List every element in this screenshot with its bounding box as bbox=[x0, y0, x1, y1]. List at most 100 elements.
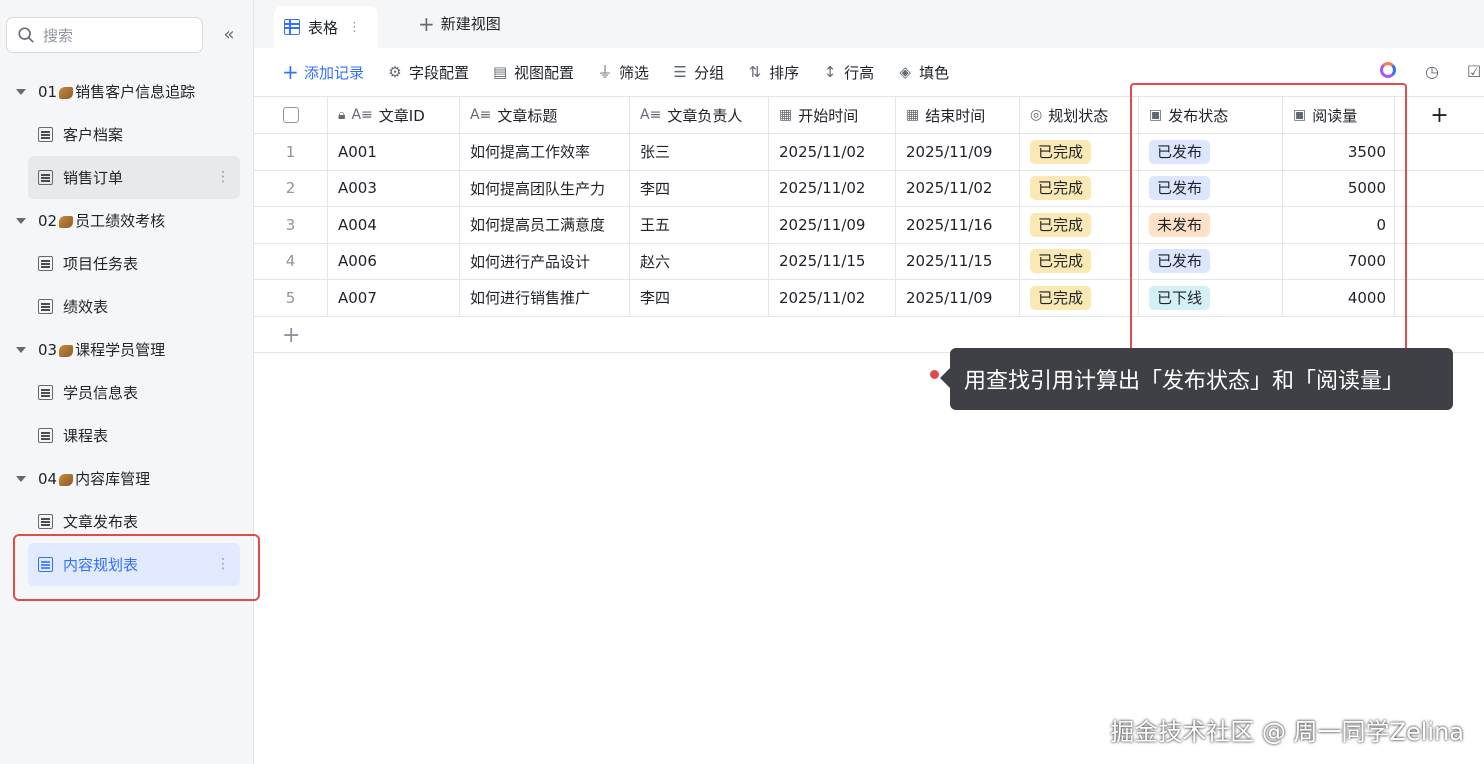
cell-article-title[interactable]: 如何进行销售推广 bbox=[460, 280, 630, 316]
field-config-button[interactable]: ⚙ 字段配置 bbox=[387, 62, 469, 83]
cell-article-id[interactable]: A001 bbox=[328, 134, 460, 170]
group-label: 课程学员管理 bbox=[75, 341, 166, 359]
cell-article-id[interactable]: A007 bbox=[328, 280, 460, 316]
sidebar-item-project-tasks[interactable]: 项目任务表 bbox=[28, 242, 240, 285]
cell-start-time[interactable]: 2025/11/02 bbox=[769, 170, 896, 206]
cell-start-time[interactable]: 2025/11/02 bbox=[769, 134, 896, 170]
ai-assistant-icon[interactable] bbox=[1380, 62, 1400, 82]
sidebar-item-course-schedule[interactable]: 课程表 bbox=[28, 414, 240, 457]
cell-plan-status[interactable]: 已完成 bbox=[1020, 170, 1139, 206]
header-label: 开始时间 bbox=[798, 106, 859, 125]
cell-end-time[interactable]: 2025/11/16 bbox=[896, 207, 1020, 243]
fill-color-button[interactable]: ◈ 填色 bbox=[897, 62, 949, 83]
cell-end-time[interactable]: 2025/11/02 bbox=[896, 170, 1020, 206]
cell-article-title[interactable]: 如何进行产品设计 bbox=[460, 243, 630, 279]
cell-end-time[interactable]: 2025/11/09 bbox=[896, 280, 1020, 316]
sidebar-item-performance[interactable]: 绩效表 bbox=[28, 285, 240, 328]
cell-start-time[interactable]: 2025/11/09 bbox=[769, 207, 896, 243]
view-config-button[interactable]: ▤ 视图配置 bbox=[492, 62, 574, 83]
header-article-owner[interactable]: A≡ 文章负责人 bbox=[630, 97, 769, 133]
header-article-id[interactable]: 🔒︎ A≡ 文章ID bbox=[328, 97, 460, 133]
caret-down-icon[interactable] bbox=[14, 472, 28, 486]
row-height-button[interactable]: ↕ 行高 bbox=[822, 62, 874, 83]
sidebar-item-label: 学员信息表 bbox=[63, 384, 139, 402]
callout-pointer-dot bbox=[930, 370, 939, 379]
sort-label: 排序 bbox=[769, 63, 800, 82]
group-prefix: 02 bbox=[38, 211, 58, 230]
cell-article-title[interactable]: 如何提高员工满意度 bbox=[460, 207, 630, 243]
cell-end-time[interactable]: 2025/11/09 bbox=[896, 134, 1020, 170]
group-button[interactable]: ☰ 分组 bbox=[672, 62, 724, 83]
plus-icon: + bbox=[282, 60, 299, 84]
cell-article-id[interactable]: A004 bbox=[328, 207, 460, 243]
row-number: 1 bbox=[254, 134, 328, 170]
cell-end-time[interactable]: 2025/11/15 bbox=[896, 243, 1020, 279]
sidebar-group-02[interactable]: 02 员工绩效考核 bbox=[0, 199, 254, 242]
add-field-button[interactable]: + bbox=[1395, 97, 1484, 133]
cell-owner[interactable]: 李四 bbox=[630, 170, 769, 206]
row-number: 2 bbox=[254, 170, 328, 206]
sidebar-item-label: 客户档案 bbox=[63, 126, 124, 144]
sidebar-group-04[interactable]: 04 内容库管理 bbox=[0, 457, 254, 500]
table-icon bbox=[38, 428, 53, 443]
sidebar-group-03[interactable]: 03 课程学员管理 bbox=[0, 328, 254, 371]
row-number: 3 bbox=[254, 207, 328, 243]
cell-owner[interactable]: 李四 bbox=[630, 280, 769, 316]
select-all-cell[interactable] bbox=[254, 97, 328, 133]
cell-start-time[interactable]: 2025/11/02 bbox=[769, 280, 896, 316]
group-prefix: 03 bbox=[38, 340, 58, 359]
row-number: 5 bbox=[254, 280, 328, 316]
cell-plan-status[interactable]: 已完成 bbox=[1020, 207, 1139, 243]
status-badge: 已完成 bbox=[1030, 212, 1092, 237]
header-label: 结束时间 bbox=[925, 106, 986, 125]
new-view-button[interactable]: + 新建视图 bbox=[418, 13, 501, 34]
header-start-time[interactable]: ▦ 开始时间 bbox=[769, 97, 896, 133]
cell-article-title[interactable]: 如何提高工作效率 bbox=[460, 134, 630, 170]
cell-article-id[interactable]: A003 bbox=[328, 170, 460, 206]
search-input[interactable]: 搜索 bbox=[6, 17, 203, 53]
cell-article-title[interactable]: 如何提高团队生产力 bbox=[460, 170, 630, 206]
cell-owner[interactable]: 张三 bbox=[630, 134, 769, 170]
plus-icon: + bbox=[282, 322, 301, 348]
sidebar-group-01[interactable]: 01 销售客户信息追踪 bbox=[0, 70, 254, 113]
tab-more-icon[interactable]: ⋮ bbox=[348, 20, 361, 35]
cell-plan-status[interactable]: 已完成 bbox=[1020, 243, 1139, 279]
select-all-checkbox[interactable] bbox=[282, 107, 299, 123]
field-config-label: 字段配置 bbox=[409, 63, 470, 82]
folder-emoji-icon bbox=[59, 344, 74, 357]
generate-icon[interactable]: ☑ bbox=[1464, 62, 1484, 82]
header-label: 文章ID bbox=[378, 106, 425, 125]
more-options-icon[interactable]: ⋮ bbox=[216, 168, 230, 186]
lock-icon: 🔒︎ bbox=[338, 107, 346, 123]
cell-plan-status[interactable]: 已完成 bbox=[1020, 280, 1139, 316]
tab-grid-view[interactable]: 表格 ⋮ bbox=[274, 6, 378, 48]
tab-label: 表格 bbox=[308, 18, 339, 37]
group-label: 分组 bbox=[694, 63, 725, 82]
status-badge: 已完成 bbox=[1030, 176, 1092, 201]
header-end-time[interactable]: ▦ 结束时间 bbox=[896, 97, 1020, 133]
sidebar-item-label: 课程表 bbox=[63, 427, 109, 445]
calendar-icon: ▦ bbox=[906, 107, 920, 123]
caret-down-icon[interactable] bbox=[14, 85, 28, 99]
sort-button[interactable]: ⇅ 排序 bbox=[747, 62, 799, 83]
table-icon bbox=[38, 299, 53, 314]
sidebar-item-customer-profile[interactable]: 客户档案 bbox=[28, 113, 240, 156]
group-icon: ☰ bbox=[673, 63, 687, 81]
cell-article-id[interactable]: A006 bbox=[328, 243, 460, 279]
filter-button[interactable]: ⏚ 筛选 bbox=[597, 62, 650, 83]
add-record-button[interactable]: + 添加记录 bbox=[282, 62, 364, 83]
sidebar-item-student-info[interactable]: 学员信息表 bbox=[28, 371, 240, 414]
cell-owner[interactable]: 王五 bbox=[630, 207, 769, 243]
cell-plan-status[interactable]: 已完成 bbox=[1020, 134, 1139, 170]
header-article-title[interactable]: A≡ 文章标题 bbox=[460, 97, 630, 133]
caret-down-icon[interactable] bbox=[14, 343, 28, 357]
cell-owner[interactable]: 赵六 bbox=[630, 243, 769, 279]
history-icon[interactable]: ◷ bbox=[1422, 62, 1442, 82]
folder-emoji-icon bbox=[59, 215, 74, 228]
collapse-sidebar-icon[interactable]: « bbox=[218, 24, 240, 46]
caret-down-icon[interactable] bbox=[14, 214, 28, 228]
header-plan-status[interactable]: ◎ 规划状态 bbox=[1020, 97, 1139, 133]
cell-start-time[interactable]: 2025/11/15 bbox=[769, 243, 896, 279]
paint-bucket-icon: ◈ bbox=[899, 63, 911, 81]
sidebar-item-sales-orders[interactable]: 销售订单 ⋮ bbox=[28, 156, 240, 199]
